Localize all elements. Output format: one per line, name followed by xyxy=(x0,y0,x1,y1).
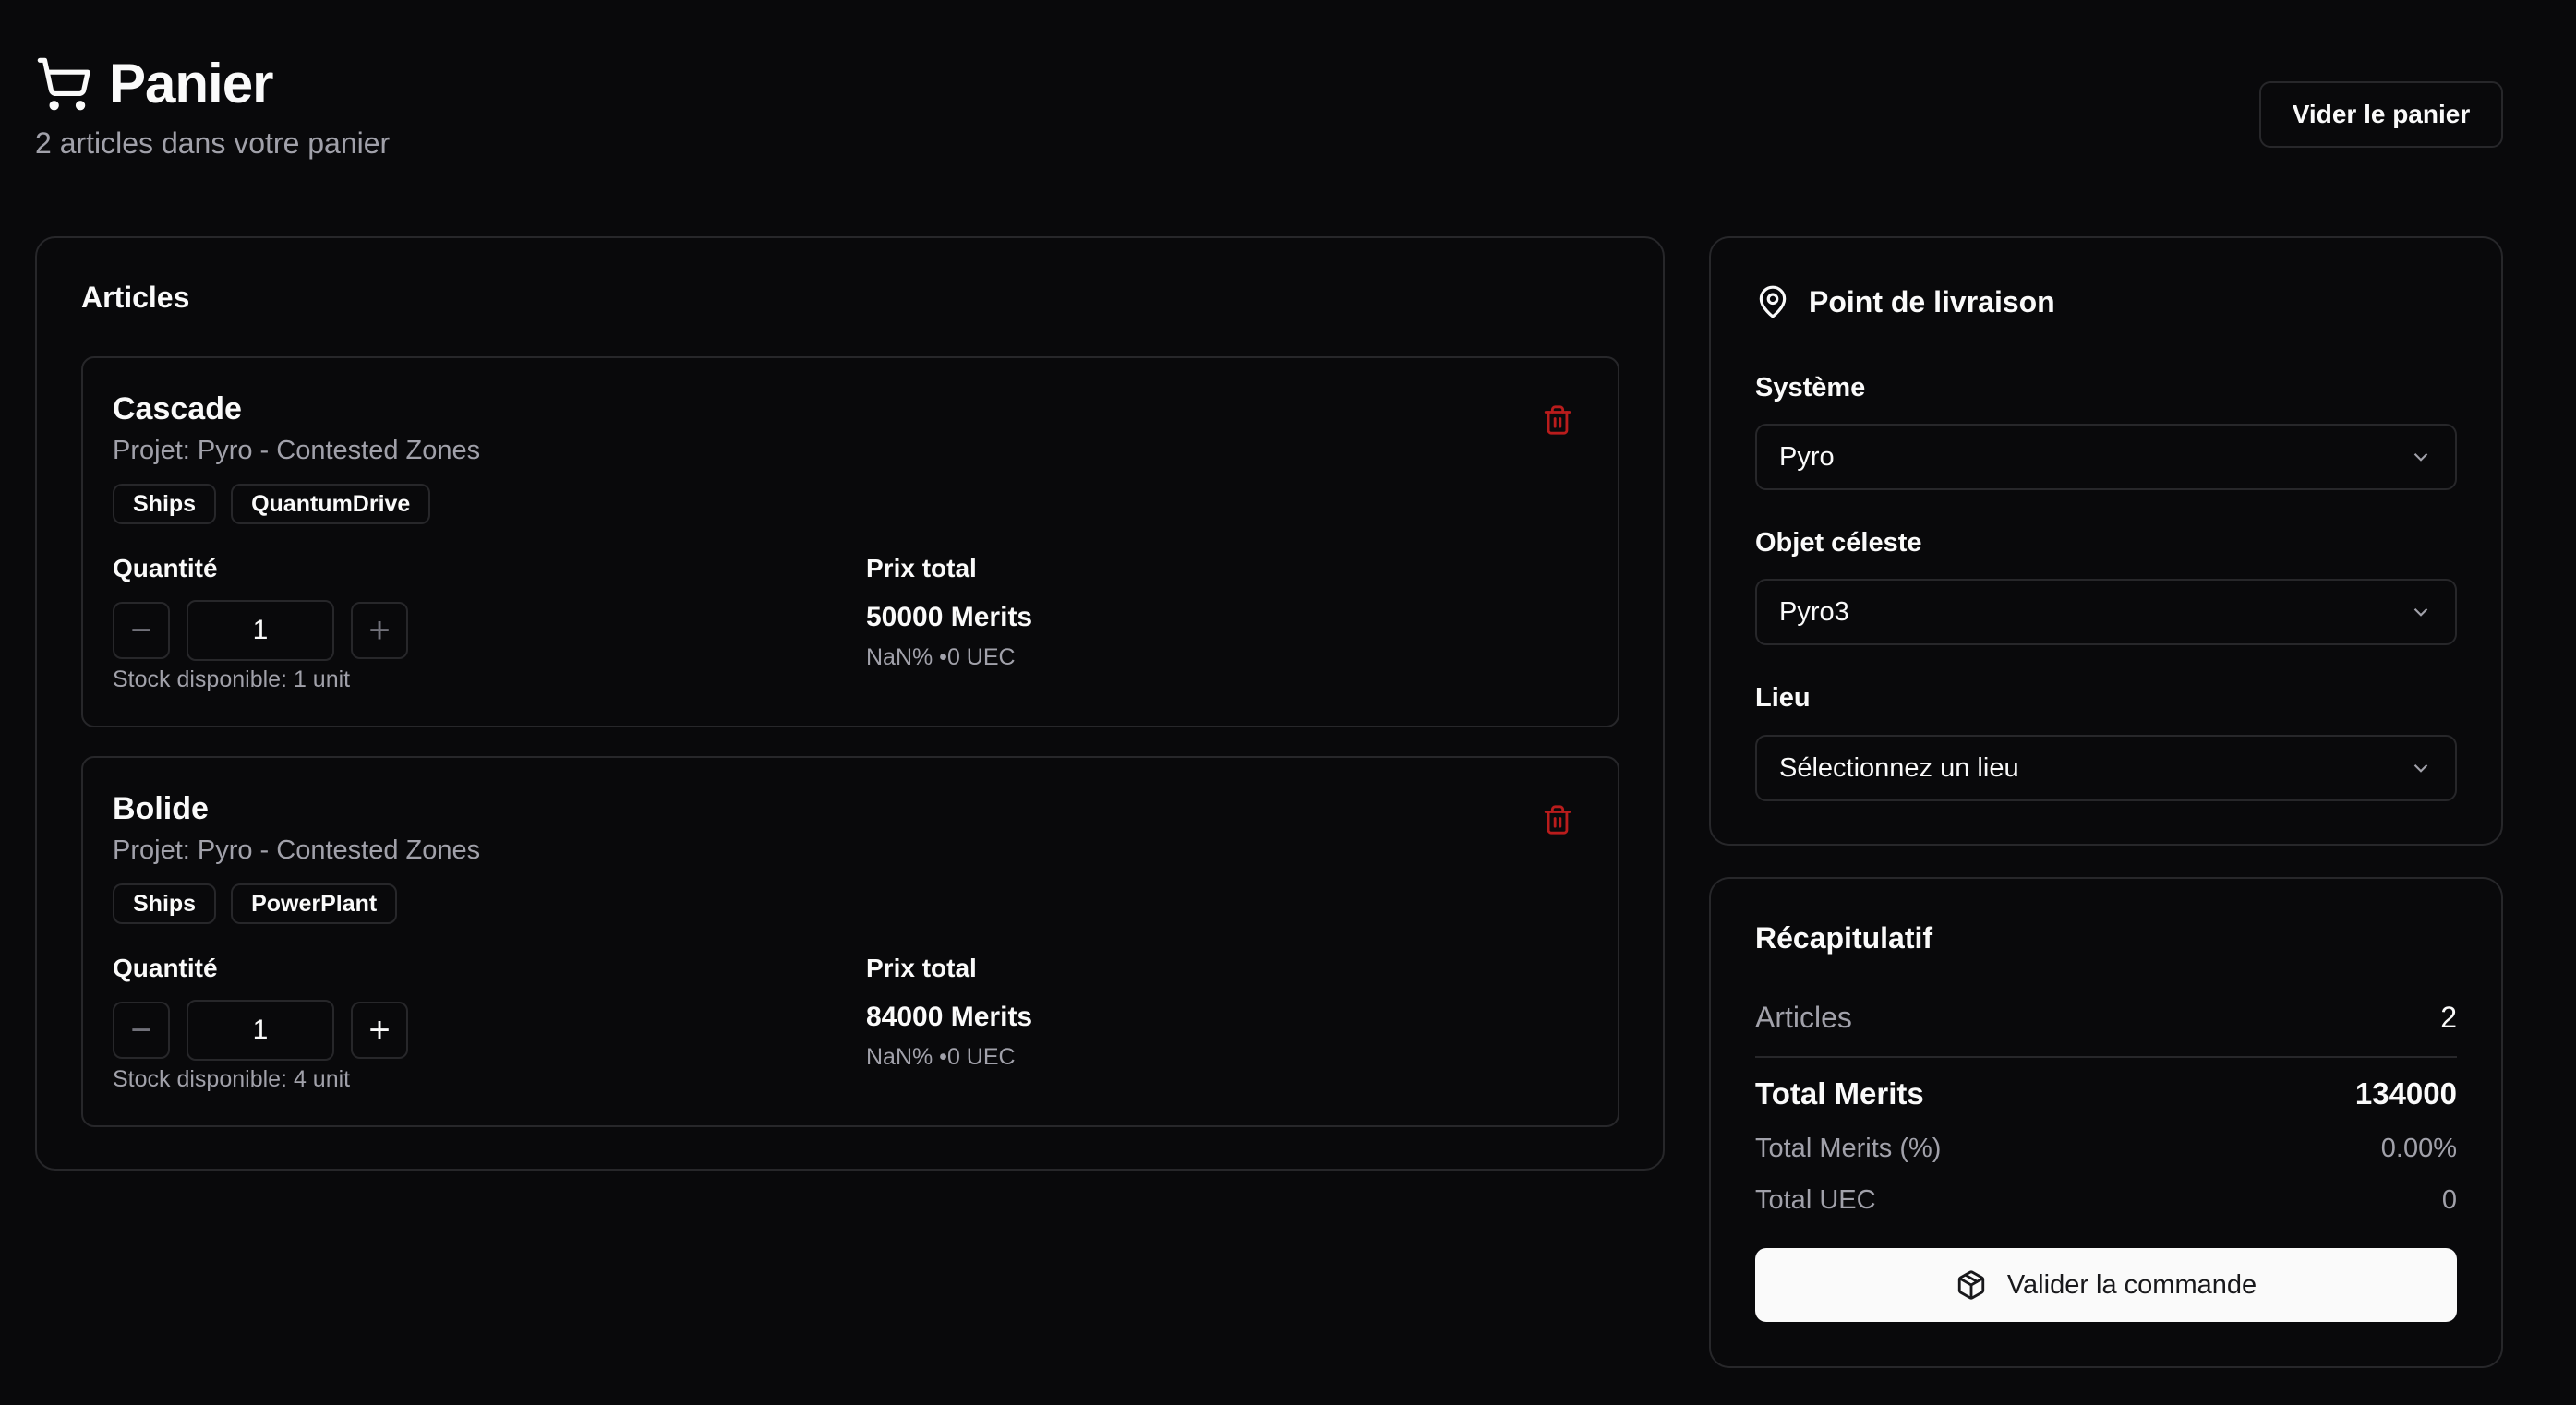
quantity-label: Quantité xyxy=(113,554,218,582)
total-price-label: Prix total xyxy=(866,954,977,982)
chevron-down-icon xyxy=(2413,607,2428,617)
total-merits-row: Total Merits 134000 xyxy=(1755,1076,2457,1111)
cart-count-subtitle: 2 articles dans votre panier xyxy=(35,126,391,160)
total-uec-label: Total UEC xyxy=(1755,1185,1876,1215)
tag-badge: Ships xyxy=(113,883,217,924)
quantity-label: Quantité xyxy=(113,954,218,982)
map-pin-icon xyxy=(1759,285,1787,318)
chevron-down-icon xyxy=(2413,763,2428,773)
system-select[interactable]: Pyro xyxy=(1755,424,2457,490)
cart-icon xyxy=(37,57,90,110)
total-merits-label: Total Merits xyxy=(1755,1076,1924,1111)
system-select-value: Pyro xyxy=(1779,441,1835,472)
increment-button[interactable]: + xyxy=(351,1002,408,1059)
total-merits-pct-row: Total Merits (%) 0.00% xyxy=(1755,1134,2457,1164)
delivery-card: Point de livraison Système Pyro Objet cé… xyxy=(1709,236,2503,846)
item-project: Projet: Pyro - Contested Zones xyxy=(113,436,481,465)
quantity-stepper: − + xyxy=(113,600,408,661)
place-select[interactable]: Sélectionnez un lieu xyxy=(1755,735,2457,801)
summary-card: Récapitulatif Articles 2 Total Merits 13… xyxy=(1709,877,2503,1368)
plus-icon: + xyxy=(368,609,391,651)
stock-available: Stock disponible: 1 unit xyxy=(113,666,351,692)
articles-card: Articles Cascade Projet: Pyro - Conteste… xyxy=(35,236,1665,1171)
price-breakdown: NaN% •0 UEC xyxy=(866,1044,1016,1070)
delivery-title: Point de livraison xyxy=(1809,284,2055,318)
articles-heading: Articles xyxy=(81,281,190,314)
cart-item: Cascade Projet: Pyro - Contested Zones S… xyxy=(81,356,1619,727)
celestial-object-select-value: Pyro3 xyxy=(1779,596,1849,627)
title-row: Panier xyxy=(35,52,390,115)
price-breakdown: NaN% •0 UEC xyxy=(866,644,1016,670)
decrement-button[interactable]: − xyxy=(113,602,170,659)
place-label: Lieu xyxy=(1755,683,1811,713)
item-name: Bolide xyxy=(113,791,209,826)
validate-order-button[interactable]: Valider la commande xyxy=(1755,1248,2457,1322)
summary-divider xyxy=(1755,1056,2457,1058)
clear-cart-button[interactable]: Vider le panier xyxy=(2259,81,2503,148)
quantity-stepper: − + xyxy=(113,1000,408,1061)
page-header: Panier 2 articles dans votre panier xyxy=(35,52,390,161)
total-merits-value: 134000 xyxy=(2354,1076,2457,1111)
package-icon xyxy=(1957,1270,1985,1300)
stock-available: Stock disponible: 4 unit xyxy=(113,1066,351,1092)
quantity-input[interactable] xyxy=(187,1000,334,1061)
tag-badge: Ships xyxy=(113,484,217,524)
total-price-label: Prix total xyxy=(866,554,977,582)
total-uec-row: Total UEC 0 xyxy=(1755,1185,2457,1216)
system-label: Système xyxy=(1755,373,1866,402)
place-select-value: Sélectionnez un lieu xyxy=(1779,752,2019,783)
page-title: Panier xyxy=(109,53,273,114)
summary-articles-label: Articles xyxy=(1755,1001,1852,1034)
quantity-input[interactable] xyxy=(187,600,334,661)
price-value: 50000 Merits xyxy=(866,602,1033,632)
price-value: 84000 Merits xyxy=(866,1002,1033,1032)
summary-articles-value: 2 xyxy=(2440,1001,2457,1034)
decrement-button[interactable]: − xyxy=(113,1002,170,1059)
trash-icon[interactable] xyxy=(1542,402,1573,438)
plus-icon: + xyxy=(368,1009,391,1051)
summary-articles-row: Articles 2 xyxy=(1755,1001,2457,1035)
celestial-object-select[interactable]: Pyro3 xyxy=(1755,579,2457,645)
summary-title: Récapitulatif xyxy=(1755,921,1933,955)
item-tags: Ships QuantumDrive xyxy=(113,484,431,524)
item-tags: Ships PowerPlant xyxy=(113,883,398,924)
delivery-header: Point de livraison xyxy=(1755,282,2055,321)
cart-item: Bolide Projet: Pyro - Contested Zones Sh… xyxy=(81,756,1619,1127)
chevron-down-icon xyxy=(2413,452,2428,462)
tag-badge: QuantumDrive xyxy=(231,484,431,524)
trash-icon[interactable] xyxy=(1542,802,1573,837)
item-project: Projet: Pyro - Contested Zones xyxy=(113,835,481,865)
validate-order-label: Valider la commande xyxy=(2006,1269,2257,1300)
celestial-object-label: Objet céleste xyxy=(1755,528,1922,558)
minus-icon: − xyxy=(130,609,152,651)
cart-page: Panier 2 articles dans votre panier Vide… xyxy=(0,0,2576,1405)
total-uec-value: 0 xyxy=(2441,1185,2457,1215)
tag-badge: PowerPlant xyxy=(231,883,398,924)
total-merits-pct-value: 0.00% xyxy=(2380,1134,2457,1163)
total-merits-pct-label: Total Merits (%) xyxy=(1755,1134,1942,1163)
item-name: Cascade xyxy=(113,391,242,426)
minus-icon: − xyxy=(130,1009,152,1051)
increment-button[interactable]: + xyxy=(351,602,408,659)
